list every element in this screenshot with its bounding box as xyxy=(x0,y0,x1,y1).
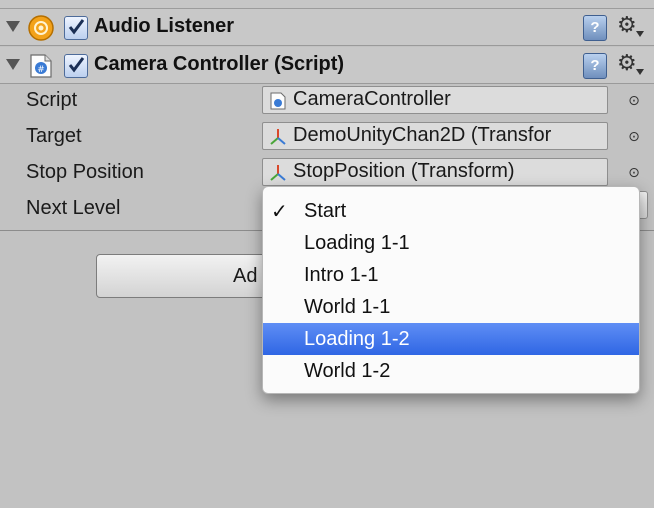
object-picker-icon[interactable]: ⊙ xyxy=(626,92,642,108)
help-book-icon[interactable]: ? xyxy=(583,15,607,41)
help-book-icon[interactable]: ? xyxy=(583,53,607,79)
checkmark-icon: ✓ xyxy=(271,201,288,223)
dropdown-option-label: Loading 1-2 xyxy=(304,328,410,350)
next-level-dropdown-menu: ✓ Start Loading 1-1 Intro 1-1 World 1-1 … xyxy=(262,186,640,394)
audio-listener-enabled-checkbox[interactable] xyxy=(64,16,88,40)
script-field-value: CameraController xyxy=(293,88,451,110)
csharp-script-icon: # xyxy=(28,53,54,79)
stop-position-label: Stop Position xyxy=(26,161,144,183)
dropdown-option[interactable]: Intro 1-1 xyxy=(263,259,639,291)
camera-controller-header[interactable]: # Camera Controller (Script) ? ⚙ xyxy=(0,47,654,84)
object-picker-icon[interactable]: ⊙ xyxy=(626,164,642,180)
add-component-label: Ad xyxy=(233,265,258,287)
stop-position-field-value: StopPosition (Transform) xyxy=(293,160,515,182)
audio-listener-icon xyxy=(28,15,54,41)
dropdown-option[interactable]: ✓ Start xyxy=(263,195,639,227)
gear-icon[interactable]: ⚙ xyxy=(617,13,637,38)
next-level-label: Next Level xyxy=(26,197,121,219)
transform-icon xyxy=(269,164,287,182)
script-label: Script xyxy=(26,89,78,111)
dropdown-option-label: Intro 1-1 xyxy=(304,264,379,286)
script-file-icon xyxy=(269,92,287,110)
stop-position-field[interactable]: StopPosition (Transform) xyxy=(262,158,608,186)
gear-dropdown-arrow-icon xyxy=(636,69,644,75)
dropdown-option[interactable]: World 1-1 xyxy=(263,291,639,323)
audio-listener-title: Audio Listener xyxy=(94,15,235,37)
camera-controller-title: Camera Controller (Script) xyxy=(94,53,345,75)
target-field-value: DemoUnityChan2D (Transfor xyxy=(293,124,552,146)
script-field[interactable]: CameraController xyxy=(262,86,608,114)
foldout-arrow-icon[interactable] xyxy=(6,59,20,70)
foldout-arrow-icon[interactable] xyxy=(6,21,20,32)
object-picker-icon[interactable]: ⊙ xyxy=(626,128,642,144)
dropdown-option-label: World 1-2 xyxy=(304,360,391,382)
svg-text:#: # xyxy=(37,65,45,75)
gear-icon[interactable]: ⚙ xyxy=(617,51,637,76)
gear-dropdown-arrow-icon xyxy=(636,31,644,37)
audio-listener-header[interactable]: Audio Listener ? ⚙ xyxy=(0,9,654,46)
target-label: Target xyxy=(26,125,82,147)
dropdown-option-label: Loading 1-1 xyxy=(304,232,410,254)
dropdown-option-label: Start xyxy=(304,200,347,222)
dropdown-option[interactable]: Loading 1-1 xyxy=(263,227,639,259)
target-field[interactable]: DemoUnityChan2D (Transfor xyxy=(262,122,608,150)
transform-icon xyxy=(269,128,287,146)
camera-controller-enabled-checkbox[interactable] xyxy=(64,54,88,78)
dropdown-option-highlighted[interactable]: Loading 1-2 xyxy=(263,323,639,355)
dropdown-option-label: World 1-1 xyxy=(304,296,391,318)
previous-component-edge xyxy=(0,0,654,9)
dropdown-option[interactable]: World 1-2 xyxy=(263,355,639,387)
